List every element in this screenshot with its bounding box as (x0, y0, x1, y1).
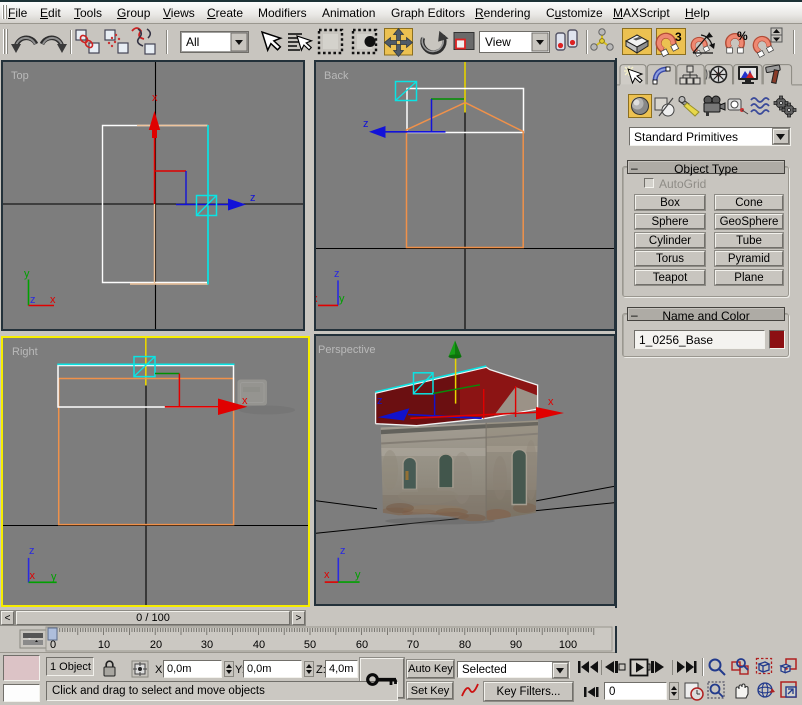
svg-text:z: z (377, 395, 383, 407)
svg-text:40: 40 (253, 639, 265, 651)
svg-text:20: 20 (150, 639, 162, 651)
svg-text:x: x (548, 396, 554, 408)
svg-text:x: x (324, 569, 330, 581)
svg-text:z: z (250, 192, 256, 204)
svg-text:Back: Back (324, 70, 349, 82)
svg-text:0: 0 (50, 639, 56, 651)
svg-text:z: z (340, 545, 346, 557)
svg-text:y: y (51, 571, 57, 583)
svg-text:z: z (334, 268, 340, 280)
svg-text:x: x (316, 293, 318, 305)
svg-text:View: View (485, 35, 511, 49)
svg-text:All: All (186, 35, 199, 49)
svg-text:3: 3 (675, 30, 682, 44)
svg-text:50: 50 (304, 639, 316, 651)
svg-text:60: 60 (356, 639, 368, 651)
svg-text:%: % (737, 29, 748, 43)
svg-text:Right: Right (12, 346, 38, 358)
svg-text:x: x (50, 294, 56, 306)
svg-text:Perspective: Perspective (318, 344, 375, 356)
svg-text:z: z (29, 545, 35, 557)
svg-text:y: y (339, 293, 345, 305)
svg-text:80: 80 (459, 639, 471, 651)
svg-text:x: x (242, 395, 248, 407)
svg-text:z: z (363, 118, 369, 130)
svg-text:y: y (24, 268, 30, 280)
svg-text:100: 100 (559, 639, 577, 651)
svg-text:30: 30 (201, 639, 213, 651)
svg-text:90: 90 (510, 639, 522, 651)
svg-text:y: y (355, 569, 361, 581)
svg-text:x: x (30, 570, 36, 582)
svg-text:x: x (152, 92, 158, 104)
svg-text:z: z (30, 294, 36, 306)
svg-text:10: 10 (98, 639, 110, 651)
svg-text:70: 70 (407, 639, 419, 651)
svg-text:Top: Top (11, 70, 29, 82)
